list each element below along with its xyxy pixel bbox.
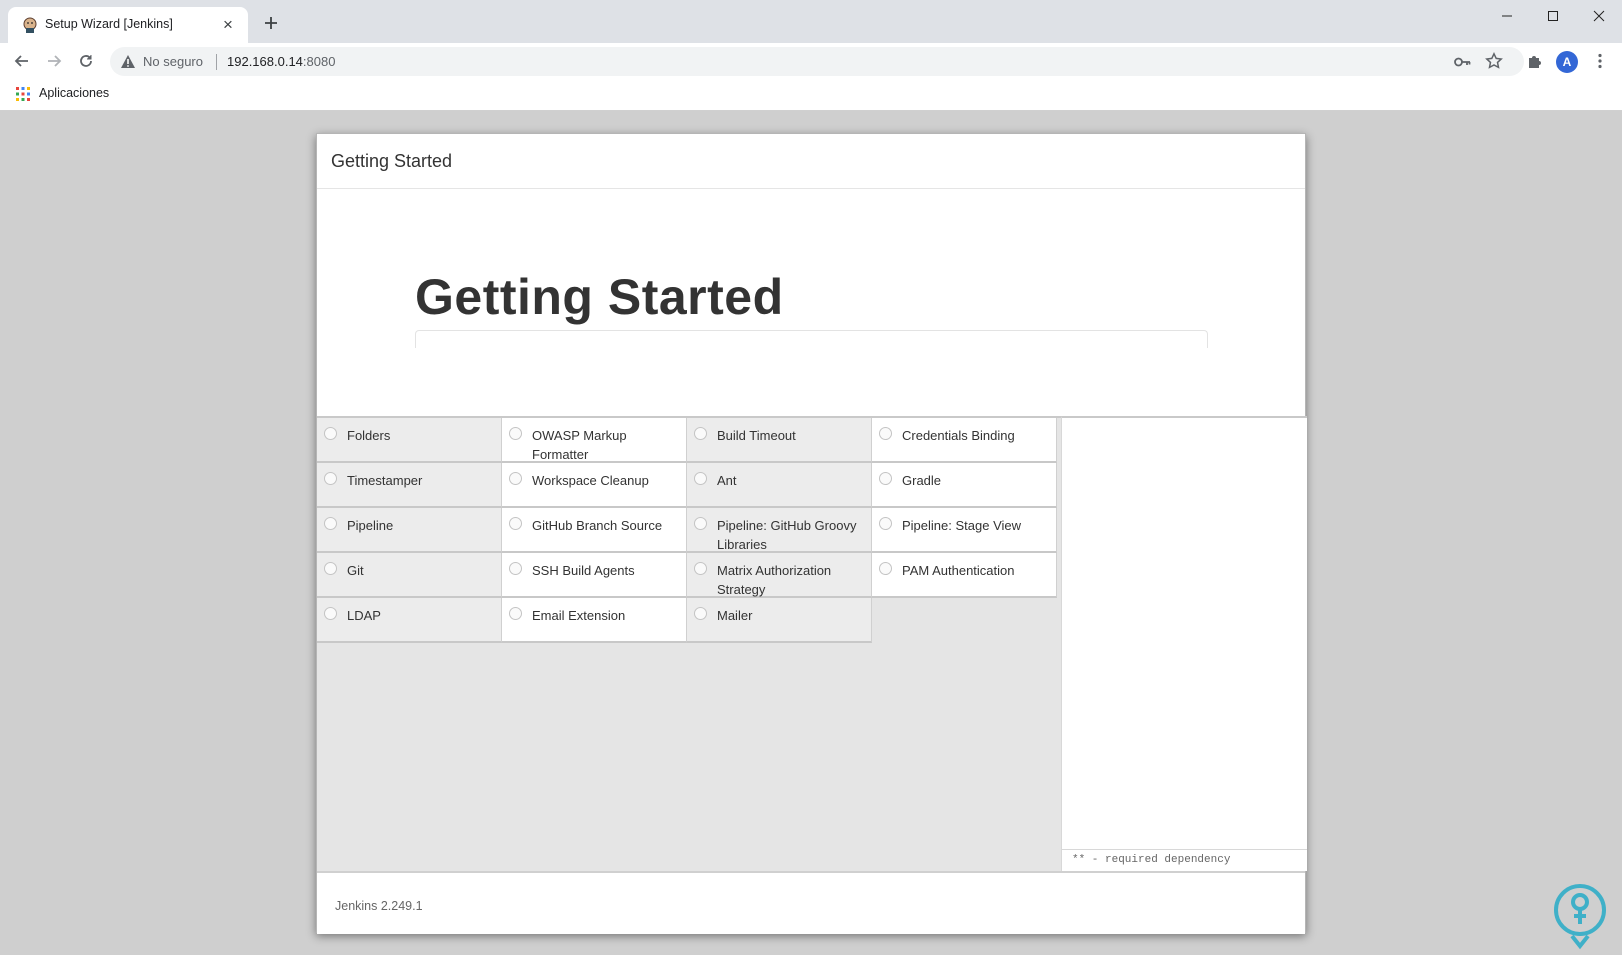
- plugin-label: Mailer: [717, 608, 753, 623]
- plugin-label: PAM Authentication: [902, 563, 1015, 578]
- plugin-label: Pipeline: GitHub Groovy Libraries: [717, 518, 857, 552]
- plugin-label: OWASP Markup Formatter: [532, 428, 627, 462]
- tab-title: Setup Wizard [Jenkins]: [45, 17, 173, 31]
- plugin-status-icon: [324, 607, 337, 620]
- plugin-status-icon: [694, 607, 707, 620]
- plugin-item: Pipeline: GitHub Groovy Libraries: [687, 508, 872, 553]
- plugin-status-icon: [324, 427, 337, 440]
- plugin-item: Pipeline: [317, 508, 502, 553]
- plugin-label: Credentials Binding: [902, 428, 1015, 443]
- not-secure-label[interactable]: No seguro: [143, 54, 203, 69]
- url-port: :8080: [302, 54, 336, 69]
- profile-avatar[interactable]: A: [1556, 51, 1578, 73]
- plugin-status-icon: [324, 517, 337, 530]
- plugin-status-icon: [509, 472, 522, 485]
- required-dependency-note: ** - required dependency: [1062, 849, 1307, 871]
- plugin-item: Gradle: [872, 463, 1057, 508]
- back-icon[interactable]: [9, 48, 35, 74]
- plugin-status-icon: [879, 427, 892, 440]
- setup-wizard-dialog: Getting Started Getting Started Folders …: [316, 133, 1307, 934]
- plugin-item: GitHub Branch Source: [502, 508, 687, 553]
- plugin-status-icon: [509, 517, 522, 530]
- plugin-label: Folders: [347, 428, 391, 443]
- plugin-item: Pipeline: Stage View: [872, 508, 1057, 553]
- plugin-item: Email Extension: [502, 598, 687, 643]
- plugin-label: Gradle: [902, 473, 942, 488]
- plugin-item: Ant: [687, 463, 872, 508]
- plugin-status-icon: [694, 427, 707, 440]
- tab-close-icon[interactable]: ×: [218, 15, 238, 35]
- plugin-item: Build Timeout: [687, 418, 872, 463]
- browser-toolbar: No seguro 192.168.0.14:8080 A: [0, 43, 1622, 79]
- plugin-item: Git: [317, 553, 502, 598]
- window-close-icon[interactable]: [1576, 0, 1622, 32]
- plugin-label: LDAP: [347, 608, 381, 623]
- plugin-install-grid: Folders OWASP Markup Formatter Build Tim…: [317, 416, 1061, 871]
- plugin-item: LDAP: [317, 598, 502, 643]
- plugin-status-icon: [324, 472, 337, 485]
- dialog-title: Getting Started: [331, 151, 453, 171]
- plugin-label: Timestamper: [347, 473, 423, 488]
- key-icon[interactable]: [1453, 53, 1471, 71]
- plugin-status-icon: [694, 562, 707, 575]
- plugin-label: Workspace Cleanup: [532, 473, 649, 488]
- plugin-label: Pipeline: Stage View: [902, 518, 1022, 533]
- jenkins-favicon-icon: [23, 17, 37, 33]
- plugin-status-icon: [694, 517, 707, 530]
- reload-icon[interactable]: [73, 48, 99, 74]
- plugin-status-icon: [509, 562, 522, 575]
- plugin-item: Folders: [317, 418, 502, 463]
- plugin-item: PAM Authentication: [872, 553, 1057, 598]
- plugin-status-icon: [509, 427, 522, 440]
- plugin-label: Email Extension: [532, 608, 626, 623]
- hero-title: Getting Started: [415, 269, 784, 325]
- bookmark-star-icon[interactable]: [1485, 52, 1503, 70]
- browser-tab[interactable]: Setup Wizard [Jenkins] ×: [8, 7, 248, 43]
- progress-bar-track: [415, 330, 1208, 348]
- plugin-item: Workspace Cleanup: [502, 463, 687, 508]
- warning-icon[interactable]: [120, 54, 136, 69]
- jenkins-version: Jenkins 2.249.1: [335, 899, 423, 913]
- plugin-label: Pipeline: [347, 518, 394, 533]
- plugin-item: Timestamper: [317, 463, 502, 508]
- new-tab-icon[interactable]: [260, 12, 282, 34]
- browser-menu-icon[interactable]: [1590, 51, 1610, 71]
- bookmarks-bar: Aplicaciones: [0, 79, 1622, 111]
- plugin-status-icon: [509, 607, 522, 620]
- maximize-icon[interactable]: [1530, 0, 1576, 32]
- plugin-status-icon: [879, 472, 892, 485]
- plugin-item: Credentials Binding: [872, 418, 1057, 463]
- plugin-status-icon: [879, 517, 892, 530]
- dialog-header: Getting Started: [317, 134, 1305, 189]
- plugin-item: SSH Build Agents: [502, 553, 687, 598]
- dialog-footer: Jenkins 2.249.1: [317, 871, 1305, 934]
- url-host: 192.168.0.14: [227, 54, 303, 69]
- plugin-label: Matrix Authorization Strategy: [717, 563, 832, 597]
- browser-titlebar: Setup Wizard [Jenkins] ×: [0, 0, 1622, 43]
- omnibox-divider: [216, 54, 217, 70]
- url-text[interactable]: 192.168.0.14:8080: [227, 54, 335, 69]
- forward-icon[interactable]: [41, 48, 67, 74]
- plugin-item: Mailer: [687, 598, 872, 643]
- plugin-status-icon: [879, 562, 892, 575]
- plugin-item: OWASP Markup Formatter: [502, 418, 687, 463]
- plugin-label: Build Timeout: [717, 428, 796, 443]
- minimize-icon[interactable]: [1484, 0, 1530, 32]
- apps-grid-icon[interactable]: [16, 87, 30, 101]
- plugin-label: SSH Build Agents: [532, 563, 635, 578]
- plugin-status-icon: [694, 472, 707, 485]
- plugin-status-icon: [324, 562, 337, 575]
- plugin-label: Git: [347, 563, 364, 578]
- plugin-label: GitHub Branch Source: [532, 518, 663, 533]
- address-bar[interactable]: No seguro 192.168.0.14:8080: [110, 47, 1524, 76]
- extensions-puzzle-icon[interactable]: [1525, 51, 1545, 71]
- plugin-item: Matrix Authorization Strategy: [687, 553, 872, 598]
- apps-bookmark[interactable]: Aplicaciones: [39, 86, 109, 100]
- install-log-panel: ** - required dependency: [1061, 416, 1307, 871]
- plugin-label: Ant: [717, 473, 737, 488]
- watermark-logo-icon: [1554, 884, 1606, 950]
